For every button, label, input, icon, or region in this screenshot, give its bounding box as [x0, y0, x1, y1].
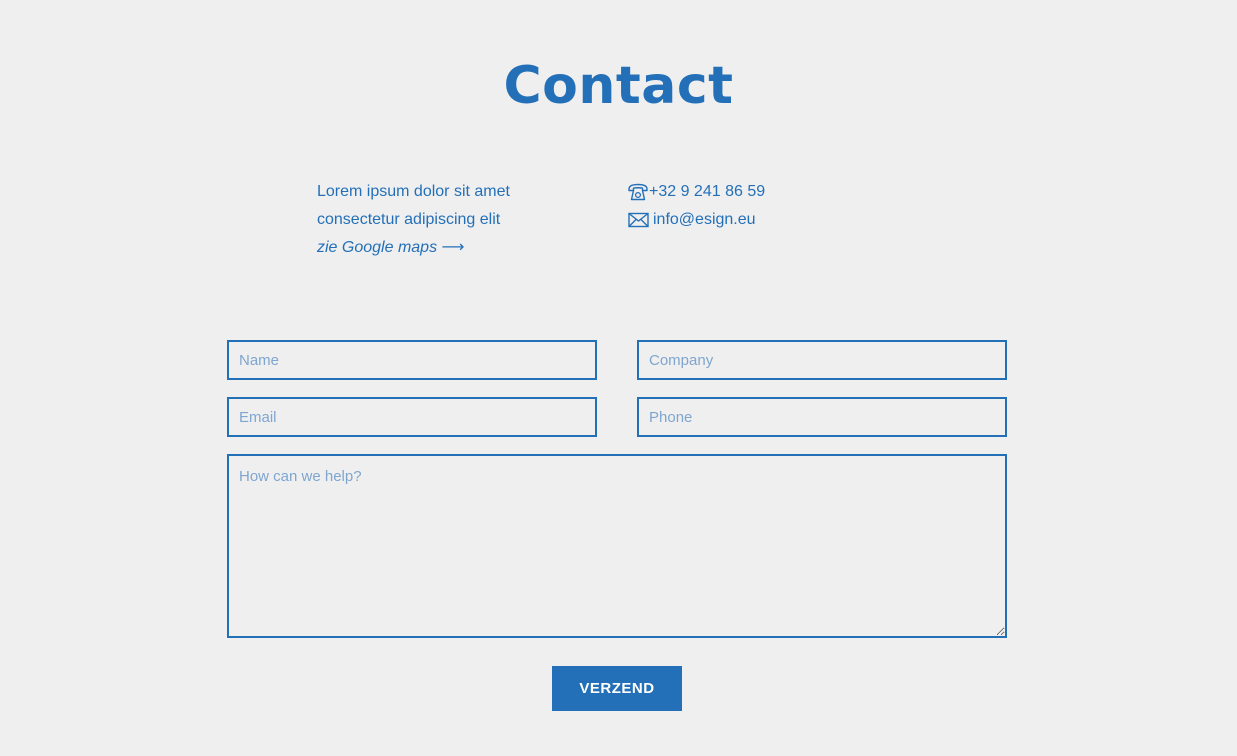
- envelope-icon: [627, 210, 649, 230]
- email-input[interactable]: [227, 397, 597, 437]
- address-line-2: consectetur adipiscing elit: [317, 211, 501, 228]
- submit-button[interactable]: VERZEND: [552, 666, 682, 711]
- phone-number: +32 9 241 86 59: [649, 183, 766, 200]
- google-maps-link[interactable]: zie Google maps ⟶: [317, 234, 464, 262]
- phone-icon: [627, 182, 649, 202]
- message-textarea[interactable]: [227, 454, 1007, 638]
- address-block: Lorem ipsum dolor sit amet consectetur a…: [317, 178, 510, 262]
- phone-line[interactable]: +32 9 241 86 59: [627, 178, 765, 206]
- email-address: info@esign.eu: [653, 211, 756, 228]
- company-input[interactable]: [637, 340, 1007, 380]
- email-line[interactable]: info@esign.eu: [627, 206, 765, 234]
- contact-block: +32 9 241 86 59 info@esign.eu: [627, 178, 765, 234]
- phone-input[interactable]: [637, 397, 1007, 437]
- address-line-1: Lorem ipsum dolor sit amet: [317, 183, 510, 200]
- page-title: Contact: [503, 56, 734, 116]
- contact-page: Contact Lorem ipsum dolor sit amet conse…: [0, 0, 1237, 756]
- name-input[interactable]: [227, 340, 597, 380]
